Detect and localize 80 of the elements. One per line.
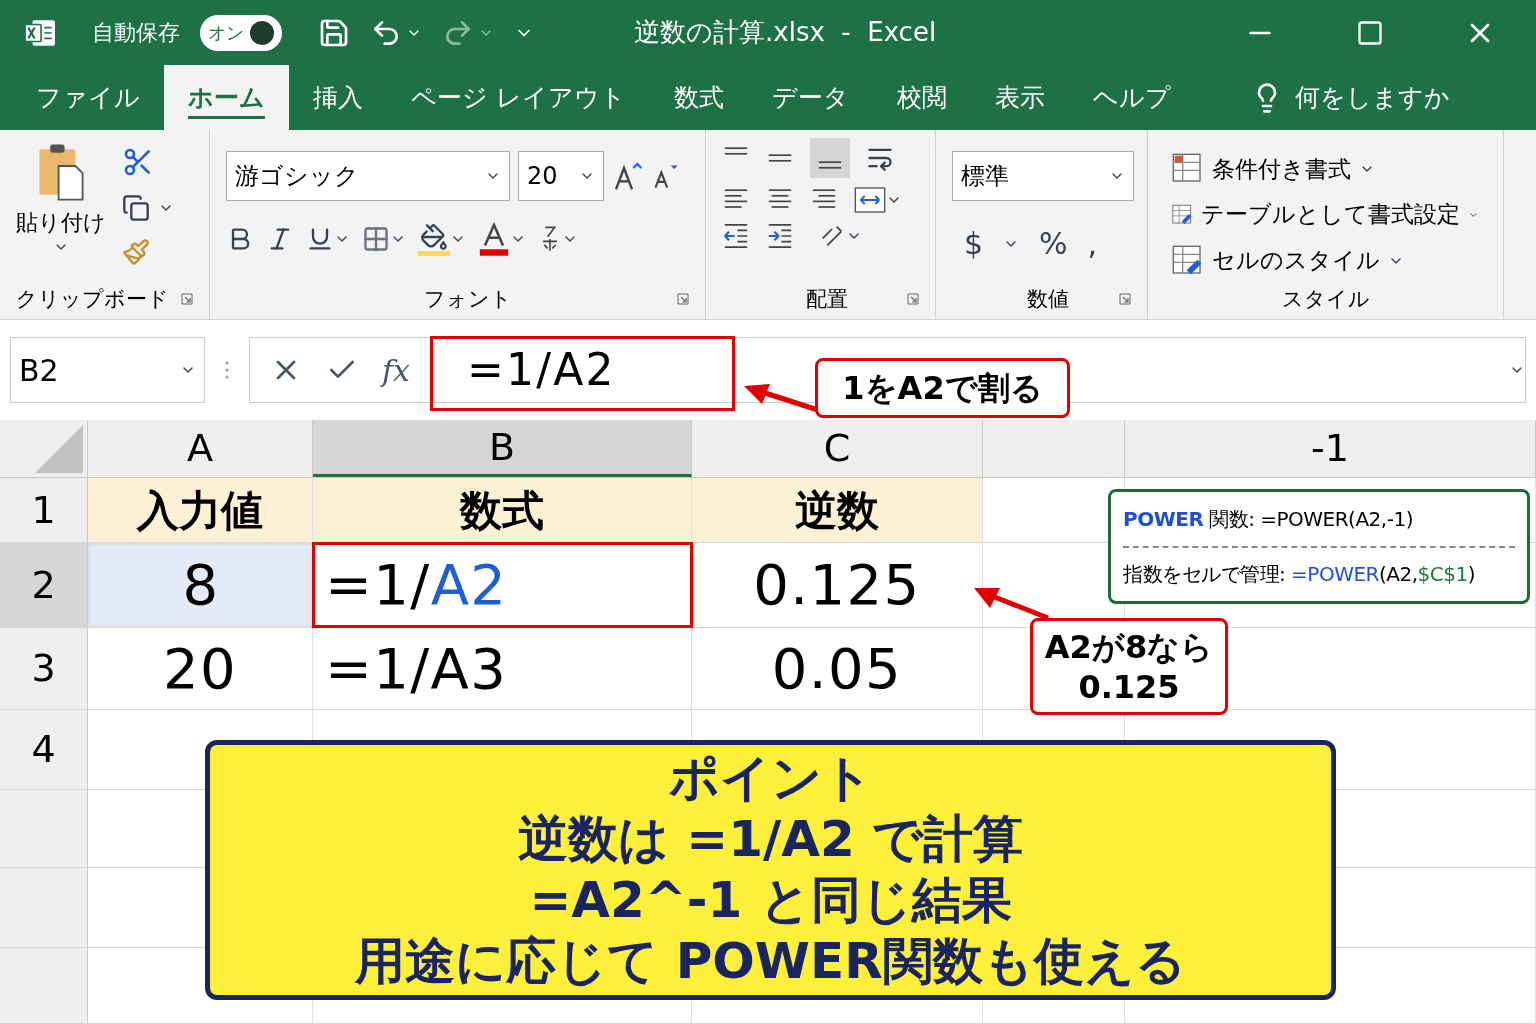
insert-function-button[interactable]: fx — [382, 347, 411, 393]
font-name-dropdown[interactable]: 游ゴシック — [226, 151, 510, 201]
paste-button[interactable]: 貼り付け — [16, 206, 106, 239]
ribbon-tab[interactable]: 校閲 — [872, 65, 971, 130]
ribbon-tab[interactable]: ページ レイアウト — [387, 65, 650, 130]
column-header[interactable]: -1 — [1125, 420, 1536, 477]
point-text: ポイント — [668, 748, 873, 809]
group-label: クリップボード — [16, 285, 169, 313]
align-bottom-button[interactable] — [810, 138, 850, 178]
grow-font-icon[interactable] — [612, 160, 644, 192]
name-box[interactable]: B2 — [10, 337, 205, 403]
number-format-button[interactable]: $ — [964, 221, 984, 266]
ribbon-tab[interactable]: 数式 — [649, 65, 748, 130]
table-cell[interactable]: 入力値 — [88, 478, 313, 542]
font-name: 游ゴシック — [235, 161, 359, 192]
more-options-icon — [225, 360, 229, 380]
dialog-launcher-icon[interactable] — [1119, 293, 1131, 306]
table-cell[interactable]: 8 — [88, 543, 313, 627]
autosave-label: 自動保存 — [92, 19, 180, 47]
dialog-launcher-icon[interactable] — [907, 293, 919, 306]
fill-color-icon[interactable] — [418, 222, 450, 256]
autosave-toggle[interactable]: オン — [200, 14, 282, 51]
styles-table-icon[interactable] — [1172, 152, 1204, 185]
borders-icon[interactable] — [362, 225, 390, 253]
note-text: POWER 関数: =POWER(A2,-1) — [1123, 492, 1515, 548]
column-header[interactable]: C — [692, 420, 983, 477]
font-size: 20 — [527, 161, 558, 192]
table-cell[interactable]: =1/A3 — [313, 628, 692, 709]
styles-menu-item[interactable]: セルのスタイル — [1212, 243, 1380, 278]
group-label: フォント — [422, 285, 512, 313]
styles-menu-item[interactable]: テーブルとして書式設定 — [1201, 197, 1461, 232]
dialog-launcher-icon[interactable] — [181, 293, 193, 306]
decrease-indent-icon[interactable] — [722, 222, 750, 250]
row-header[interactable]: 4 — [0, 710, 88, 789]
number-format-dropdown[interactable]: 標準 — [952, 151, 1134, 201]
merge-cells-icon[interactable] — [854, 186, 886, 214]
row-header[interactable]: 1 — [0, 478, 88, 542]
point-text: =A2^-1 と同じ結果 — [529, 870, 1012, 931]
callout-text: 1をA2で割る — [842, 368, 1043, 409]
spreadsheet-logo-icon — [24, 18, 56, 47]
column-header[interactable]: B — [313, 420, 692, 477]
table-cell[interactable]: 数式 — [313, 478, 692, 542]
group-label: 配置 — [804, 285, 848, 313]
number-format-button[interactable]: , — [1087, 221, 1098, 266]
window-title: 逆数の計算.xlsx - Excel — [634, 16, 937, 49]
font-size-dropdown[interactable]: 20 — [518, 151, 604, 201]
table-cell[interactable]: =1/A2 — [313, 543, 692, 627]
callout-text: A2が8なら — [1044, 626, 1214, 667]
dialog-launcher-icon[interactable] — [677, 293, 689, 306]
cell-reference: B2 — [19, 351, 59, 390]
callout-text: 0.125 — [1078, 666, 1180, 707]
number-format: 標準 — [961, 161, 1009, 192]
styles-table-icon[interactable] — [1172, 244, 1204, 277]
ribbon-tab[interactable]: データ — [747, 65, 873, 130]
ribbon-tab[interactable]: 挿入 — [289, 65, 387, 130]
ribbon-tab[interactable]: ヘルプ — [1068, 65, 1195, 130]
ribbon-tab[interactable]: ファイル — [12, 65, 164, 130]
tell-me-field[interactable]: 何をしますか — [1294, 78, 1450, 117]
table-cell[interactable]: 逆数 — [692, 478, 983, 542]
formula-input[interactable]: =1/A2 — [467, 337, 616, 403]
ribbon-tab[interactable]: ホーム — [164, 65, 289, 130]
increase-indent-icon[interactable] — [766, 222, 794, 250]
ribbon-tab[interactable]: 表示 — [970, 65, 1069, 130]
styles-menu-item[interactable]: 条件付き書式 — [1212, 151, 1351, 187]
number-format-button[interactable]: % — [1039, 221, 1068, 266]
paintbrush-icon[interactable] — [122, 238, 150, 266]
point-text: 逆数は =1/A2 で計算 — [517, 809, 1024, 870]
group-label: 数値 — [1025, 285, 1069, 313]
font-color-icon[interactable] — [478, 221, 510, 257]
note-text: 指数をセルで管理: =POWER(A2,$C$1) — [1123, 561, 1476, 589]
copy-icon[interactable] — [122, 194, 150, 222]
point-text: 用途に応じて POWER関数も使える — [355, 931, 1186, 992]
toggle-knob — [250, 20, 274, 45]
table-cell[interactable]: 0.05 — [692, 628, 983, 709]
row-header[interactable]: 3 — [0, 628, 88, 709]
group-label: スタイル — [1281, 285, 1370, 313]
maximize-icon[interactable] — [1356, 18, 1384, 47]
row-header[interactable]: 2 — [0, 543, 88, 627]
table-cell[interactable]: 20 — [88, 628, 313, 709]
clipboard-icon[interactable] — [37, 142, 85, 202]
